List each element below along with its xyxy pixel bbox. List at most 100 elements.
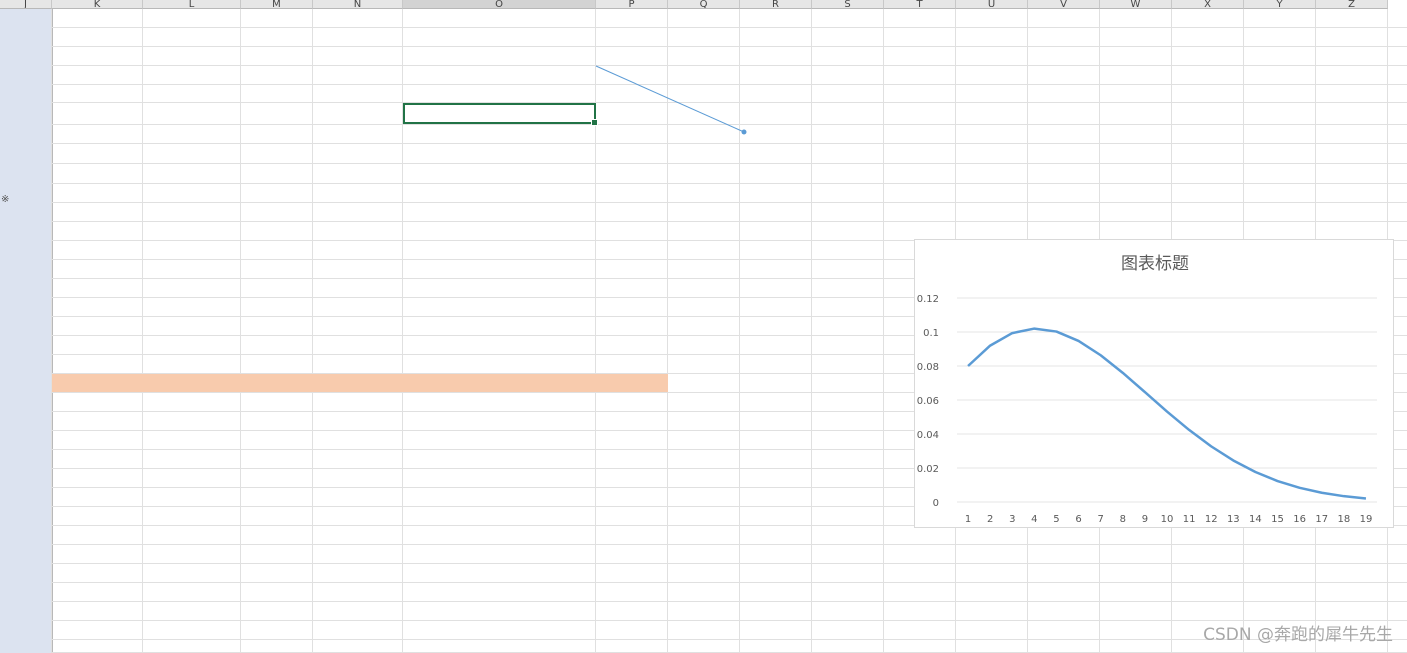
cell-K[interactable] [52, 260, 143, 279]
cell-N[interactable] [313, 640, 403, 653]
cell-N[interactable] [313, 374, 403, 393]
cell-S[interactable] [812, 431, 884, 450]
cell-M[interactable] [241, 374, 313, 393]
cell-L[interactable] [143, 640, 241, 653]
cell-O[interactable] [403, 469, 596, 488]
data-point[interactable] [1055, 330, 1058, 333]
cell-Q[interactable] [668, 545, 740, 564]
cell-Q[interactable] [668, 260, 740, 279]
cell-L[interactable] [143, 279, 241, 298]
cell-Q[interactable] [668, 507, 740, 526]
cell-Q[interactable] [668, 164, 674, 183]
cell-N[interactable] [313, 222, 403, 241]
cell-S[interactable] [812, 602, 884, 621]
cell-K[interactable] [52, 583, 143, 602]
cell-O[interactable] [403, 241, 596, 260]
column-header-N[interactable]: N [313, 0, 403, 9]
cell-U[interactable] [956, 47, 1028, 66]
cell-N[interactable] [313, 412, 403, 431]
cell-K[interactable] [52, 450, 143, 469]
cell-K[interactable] [52, 222, 143, 241]
arrow-line[interactable] [595, 65, 745, 133]
data-point[interactable] [1033, 327, 1036, 330]
data-point[interactable] [1342, 495, 1345, 498]
cell-L[interactable] [143, 336, 241, 355]
cell-N[interactable] [313, 450, 403, 469]
spreadsheet[interactable]: JKLMNOPQRSTUVWXYZ ※ 图表标题 0 0.02 0.04 0.06 0.0… [0, 0, 1407, 653]
cell-K[interactable] [52, 103, 143, 122]
cell-O[interactable] [403, 260, 596, 279]
cell-R[interactable] [740, 47, 812, 66]
cell-Q[interactable] [668, 336, 740, 355]
cell-Q[interactable] [668, 431, 740, 450]
cell-N[interactable] [313, 507, 403, 526]
cell-M[interactable] [241, 640, 313, 653]
cell-M[interactable] [241, 621, 313, 640]
cell-S[interactable] [812, 450, 884, 469]
cell-S[interactable] [812, 374, 884, 393]
cell-K[interactable] [52, 203, 143, 222]
cell-K[interactable] [52, 374, 143, 393]
cell-L[interactable] [143, 241, 241, 260]
cell-O[interactable] [403, 47, 596, 66]
cell-S[interactable] [812, 507, 884, 526]
cell-O[interactable] [403, 203, 596, 222]
cell-O[interactable] [403, 488, 596, 507]
cell-Z[interactable] [1316, 47, 1322, 66]
cell-S[interactable] [812, 583, 884, 602]
cell-O[interactable] [403, 374, 596, 393]
data-point[interactable] [1320, 491, 1323, 494]
data-point[interactable] [1276, 480, 1279, 483]
cell-K[interactable] [52, 355, 143, 374]
cell-L[interactable] [143, 507, 241, 526]
cell-S[interactable] [812, 621, 884, 640]
cell-L[interactable] [143, 47, 149, 66]
column-header-R[interactable]: R [740, 0, 812, 9]
cell-O[interactable] [403, 317, 596, 336]
cell-T[interactable] [884, 184, 956, 203]
cell-S[interactable] [812, 640, 884, 653]
cell-Q[interactable] [668, 374, 740, 393]
cell-Q[interactable] [668, 241, 740, 260]
cell-N[interactable] [313, 336, 403, 355]
cell-K[interactable] [52, 602, 143, 621]
cell-M[interactable] [241, 355, 313, 374]
cell-N[interactable] [313, 241, 403, 260]
cell-L[interactable] [143, 450, 241, 469]
cell-K[interactable] [52, 412, 143, 431]
column-header-J[interactable]: J [0, 0, 52, 9]
cell-K[interactable] [52, 164, 58, 183]
cell-K[interactable] [52, 545, 143, 564]
cell-M[interactable] [241, 203, 313, 222]
cell-O[interactable] [403, 450, 596, 469]
cell-Q[interactable] [668, 488, 740, 507]
cell-O[interactable] [403, 602, 596, 621]
cell-K[interactable] [52, 47, 143, 66]
cell-Q[interactable] [668, 317, 740, 336]
cell-M[interactable] [241, 526, 313, 545]
data-point[interactable] [1254, 470, 1257, 473]
cell-S[interactable] [812, 545, 884, 564]
data-point[interactable] [1077, 339, 1080, 342]
cell-M[interactable] [241, 488, 313, 507]
column-header-Q[interactable]: Q [668, 0, 740, 9]
cell-W[interactable] [1100, 66, 1172, 85]
column-header-Z[interactable]: Z [1316, 0, 1388, 9]
column-header-U[interactable]: U [956, 0, 1028, 9]
cell-L[interactable] [143, 125, 149, 144]
cell-L[interactable] [143, 469, 241, 488]
data-point[interactable] [1188, 428, 1191, 431]
cell-O[interactable] [403, 526, 596, 545]
column-header-O[interactable]: O [403, 0, 596, 9]
row-header-strip[interactable]: ※ [0, 9, 53, 653]
cell-L[interactable] [143, 85, 149, 104]
series-line[interactable] [967, 327, 1367, 500]
cell-N[interactable] [313, 431, 403, 450]
cell-O[interactable] [403, 279, 596, 298]
cell-M[interactable] [241, 602, 313, 621]
cell-Q[interactable] [668, 602, 740, 621]
cell-K[interactable] [52, 469, 143, 488]
cell-V[interactable] [1028, 66, 1100, 85]
cell-L[interactable] [143, 355, 241, 374]
cell-T[interactable] [884, 9, 890, 28]
